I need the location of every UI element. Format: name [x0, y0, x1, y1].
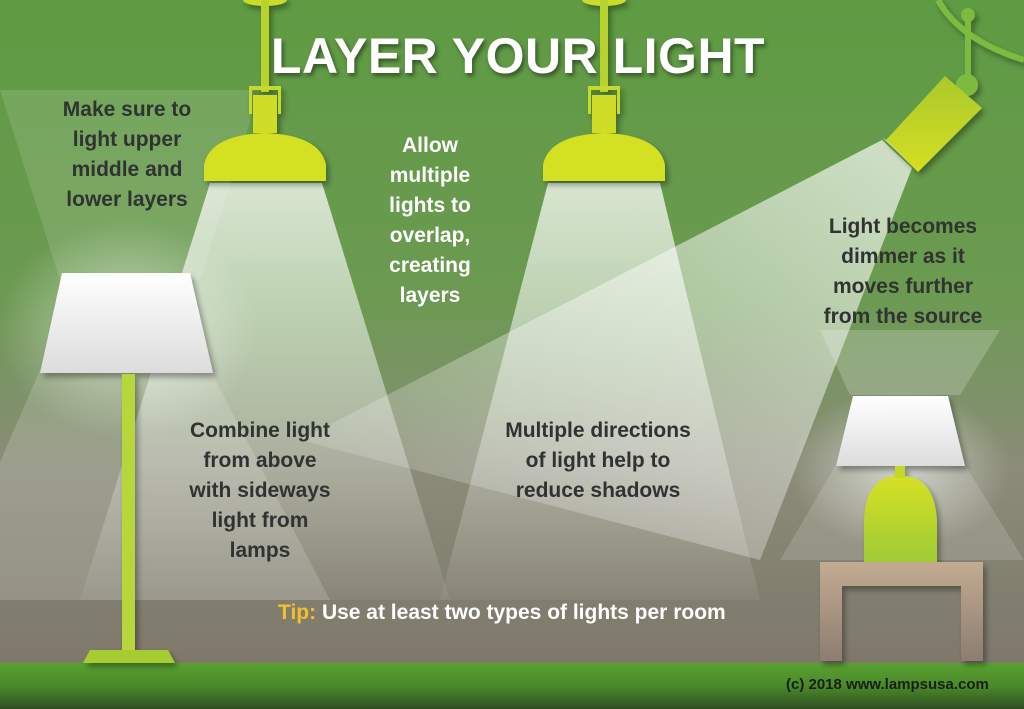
pendant-neck — [592, 95, 616, 133]
note-line: middle and — [71, 158, 183, 181]
note-layers: Make sure to light upper middle and lowe… — [42, 95, 212, 215]
track-joint — [961, 8, 975, 22]
note-line: light from — [211, 509, 309, 532]
table-lamp-neck — [895, 466, 905, 478]
note-line: Light becomes — [828, 215, 978, 238]
note-line: multiple — [389, 164, 471, 187]
table-lamp-vase — [864, 475, 937, 562]
note-line: Make sure to — [62, 98, 192, 121]
note-line: lower layers — [66, 188, 188, 211]
floor-lamp-shade — [40, 273, 213, 373]
note-line: reduce shadows — [515, 479, 681, 502]
note-directions: Multiple directions of light help to red… — [478, 416, 718, 506]
tip-callout: Tip: Use at least two types of lights pe… — [278, 601, 778, 625]
copyright-notice: (c) 2018 www.lampsusa.com — [786, 676, 989, 693]
floor-lamp-pole — [122, 374, 135, 650]
table-lamp-shade — [836, 396, 965, 466]
note-line: creating — [389, 254, 471, 277]
floor-lamp-base — [83, 650, 175, 663]
note-overlap: Allow multiple lights to overlap, creati… — [370, 131, 490, 311]
note-line: from above — [203, 449, 317, 472]
note-line: with sideways — [189, 479, 331, 502]
page-title: LAYER YOUR LIGHT — [270, 28, 766, 84]
note-line: light upper — [72, 128, 182, 151]
note-line: dimmer as it — [841, 245, 965, 268]
tip-text: Use at least two types of lights per roo… — [316, 601, 726, 624]
note-line: from the source — [823, 305, 983, 328]
note-line: Combine light — [190, 419, 330, 442]
note-dimmer: Light becomes dimmer as it moves further… — [803, 212, 1003, 332]
note-line: Allow — [402, 134, 458, 157]
spotlight-stem — [965, 20, 971, 80]
note-line: Multiple directions — [505, 419, 691, 442]
note-line: lights to — [389, 194, 471, 217]
tip-label: Tip: — [278, 601, 317, 624]
pendant-neck — [253, 95, 277, 133]
note-line: moves further — [832, 275, 974, 298]
note-line: of light help to — [525, 449, 671, 472]
note-line: layers — [399, 284, 461, 307]
note-line: overlap, — [389, 224, 471, 247]
note-line: lamps — [229, 539, 291, 562]
note-combine: Combine light from above with sideways l… — [170, 416, 350, 566]
